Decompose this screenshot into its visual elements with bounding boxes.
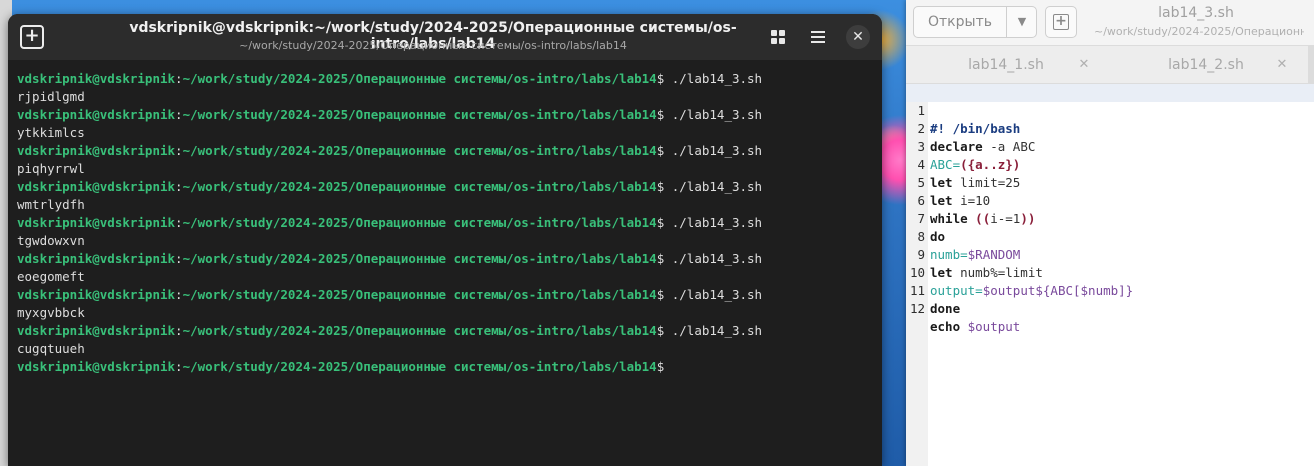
prompt-line: vdskripnik@vdskripnik:~/work/study/2024-…: [17, 286, 877, 304]
prompt-line: vdskripnik@vdskripnik:~/work/study/2024-…: [17, 70, 877, 88]
command-output: piqhyrrwl: [17, 161, 85, 176]
command-output: ytkkimlcs: [17, 125, 85, 140]
prompt-user: vdskripnik@vdskripnik: [17, 359, 176, 374]
prompt-user: vdskripnik@vdskripnik: [17, 215, 176, 230]
prompt-line: vdskripnik@vdskripnik:~/work/study/2024-…: [17, 142, 877, 160]
prompt-separator: :: [175, 323, 183, 338]
new-document-button[interactable]: +: [1045, 6, 1077, 38]
text-editor-window[interactable]: Открыть ▼ + lab14_3.sh ~/work/study/2024…: [906, 0, 1314, 466]
editor-subtitle: ~/work/study/2024-2025/Операционные сист…: [1094, 25, 1304, 38]
prompt-path: ~/work/study/2024-2025/Операционные сист…: [182, 179, 657, 194]
code-line[interactable]: 3 ABC=({a..z}): [906, 120, 1314, 172]
variable-ref: $output: [960, 319, 1021, 334]
command-text: ./lab14_3.sh: [664, 287, 763, 302]
prompt-symbol: $: [656, 359, 665, 374]
new-document-icon: +: [1053, 14, 1069, 30]
prompt-separator: :: [175, 251, 183, 266]
code-line[interactable]: 2 declare -a ABC: [906, 102, 1314, 154]
line-number: 12: [909, 301, 925, 316]
prompt-separator: :: [175, 143, 183, 158]
code-line[interactable]: 6 while ((i-=1)): [906, 174, 1314, 226]
close-icon[interactable]: ✕: [846, 25, 870, 49]
keyword: echo: [930, 319, 961, 334]
prompt-separator: :: [175, 107, 183, 122]
terminal-window[interactable]: + vdskripnik@vdskripnik:~/work/study/202…: [8, 14, 882, 466]
tab-close-icon[interactable]: ✕: [1274, 46, 1290, 84]
command-output: wmtrlydfh: [17, 197, 85, 212]
chevron-down-icon[interactable]: ▼: [1007, 7, 1037, 37]
prompt-line: vdskripnik@vdskripnik:~/work/study/2024-…: [17, 214, 877, 232]
code-editor[interactable]: 1 #! /bin/bash 2 declare -a ABC 3 ABC=({…: [906, 84, 1314, 466]
command-text: ./lab14_3.sh: [664, 143, 763, 158]
code-line[interactable]: 12 echo $output: [906, 282, 1314, 334]
command-text: ./lab14_3.sh: [664, 179, 763, 194]
prompt-path: ~/work/study/2024-2025/Операционные сист…: [182, 323, 657, 338]
prompt-line: vdskripnik@vdskripnik:~/work/study/2024-…: [17, 322, 877, 340]
code-line[interactable]: 7 do: [906, 192, 1314, 244]
prompt-path: ~/work/study/2024-2025/Операционные сист…: [182, 359, 657, 374]
code-line[interactable]: 11 done: [906, 264, 1314, 316]
prompt-path: ~/work/study/2024-2025/Операционные сист…: [182, 143, 657, 158]
code-line[interactable]: 5 let i=10: [906, 156, 1314, 208]
prompt-separator: :: [175, 359, 183, 374]
code-line[interactable]: 1 #! /bin/bash: [906, 84, 1314, 136]
prompt-separator: :: [175, 287, 183, 302]
terminal-header-bar[interactable]: + vdskripnik@vdskripnik:~/work/study/202…: [8, 14, 882, 60]
command-text: ./lab14_3.sh: [664, 107, 763, 122]
command-output: cugqtuueh: [17, 341, 85, 356]
prompt-user: vdskripnik@vdskripnik: [17, 71, 176, 86]
code-line[interactable]: 9 let numb%=limit: [906, 228, 1314, 280]
code-line[interactable]: 10 output=$output${ABC[$numb]}: [906, 246, 1314, 298]
prompt-line: vdskripnik@vdskripnik:~/work/study/2024-…: [17, 250, 877, 268]
prompt-path: ~/work/study/2024-2025/Операционные сист…: [182, 107, 657, 122]
prompt-user: vdskripnik@vdskripnik: [17, 287, 176, 302]
tab-lab14-2[interactable]: lab14_2.sh ✕: [1106, 46, 1304, 84]
hamburger-menu-icon[interactable]: [806, 25, 830, 49]
command-text: ./lab14_3.sh: [664, 215, 763, 230]
terminal-subtitle: ~/work/study/2024-2025/Операционные сист…: [239, 39, 627, 52]
command-output: rjpidlgmd: [17, 89, 85, 104]
prompt-separator: :: [175, 179, 183, 194]
open-button-label[interactable]: Открыть: [914, 7, 1006, 37]
prompt-path: ~/work/study/2024-2025/Операционные сист…: [182, 287, 657, 302]
prompt-path: ~/work/study/2024-2025/Операционные сист…: [182, 215, 657, 230]
code-line[interactable]: 4 let limit=25: [906, 138, 1314, 190]
prompt-user: vdskripnik@vdskripnik: [17, 143, 176, 158]
command-output: tgwdowxvn: [17, 233, 85, 248]
open-button[interactable]: Открыть ▼: [913, 6, 1037, 38]
prompt-separator: :: [175, 215, 183, 230]
prompt-line: vdskripnik@vdskripnik:~/work/study/2024-…: [17, 106, 877, 124]
command-text: ./lab14_3.sh: [664, 71, 763, 86]
command-output: eoegomeft: [17, 269, 85, 284]
terminal-output[interactable]: vdskripnik@vdskripnik:~/work/study/2024-…: [17, 70, 877, 376]
prompt-path: ~/work/study/2024-2025/Операционные сист…: [182, 251, 657, 266]
new-tab-icon[interactable]: +: [20, 25, 44, 49]
tab-close-icon[interactable]: ✕: [1076, 46, 1092, 84]
editor-header-bar[interactable]: Открыть ▼ + lab14_3.sh ~/work/study/2024…: [906, 0, 1314, 46]
prompt-user: vdskripnik@vdskripnik: [17, 323, 176, 338]
prompt-line: vdskripnik@vdskripnik:~/work/study/2024-…: [17, 178, 877, 196]
command-text: ./lab14_3.sh: [664, 251, 763, 266]
prompt-path: ~/work/study/2024-2025/Операционные сист…: [182, 71, 657, 86]
prompt-user: vdskripnik@vdskripnik: [17, 107, 176, 122]
tab-overview-icon[interactable]: [766, 25, 790, 49]
prompt-user: vdskripnik@vdskripnik: [17, 179, 176, 194]
command-text: ./lab14_3.sh: [664, 323, 763, 338]
prompt-user: vdskripnik@vdskripnik: [17, 251, 176, 266]
editor-title: lab14_3.sh: [1158, 5, 1234, 21]
code-line[interactable]: 8 numb=$RANDOM: [906, 210, 1314, 262]
editor-tabs: lab14_1.sh ✕ lab14_2.sh ✕: [906, 46, 1314, 130]
command-output: myxgvbbck: [17, 305, 85, 320]
prompt-separator: :: [175, 71, 183, 86]
tab-lab14-1[interactable]: lab14_1.sh ✕: [906, 46, 1104, 84]
prompt-line: vdskripnik@vdskripnik:~/work/study/2024-…: [17, 358, 877, 376]
